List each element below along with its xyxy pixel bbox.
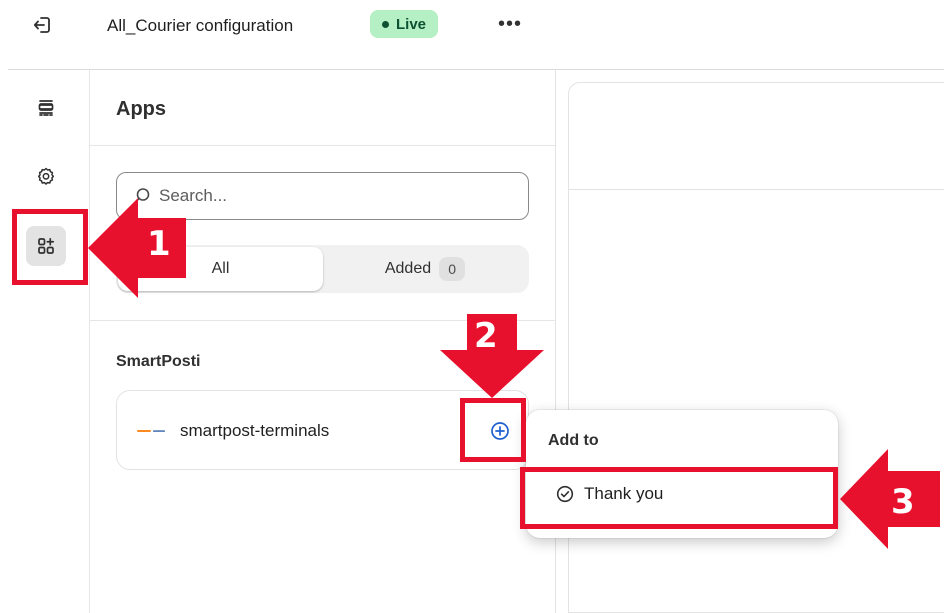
annotation-number-2: 2 [474, 316, 498, 356]
annotation-number-1: 1 [147, 224, 171, 264]
left-rail [0, 70, 90, 613]
top-bar: All_Courier configuration Live ••• [0, 0, 944, 70]
annotation-highlight-2 [460, 398, 526, 462]
rail-item-sections[interactable] [26, 88, 66, 128]
status-badge-label: Live [396, 15, 427, 33]
more-actions-button[interactable]: ••• [495, 12, 525, 36]
tab-added-label: Added [384, 260, 432, 277]
annotation-arrow-1 [88, 198, 186, 298]
gear-icon [37, 167, 55, 185]
annotation-arrow-3 [840, 449, 940, 549]
tab-added[interactable]: Added 0 [323, 247, 527, 291]
exit-button[interactable] [28, 11, 56, 39]
status-badge: Live [370, 10, 439, 38]
popover-title: Add to [548, 432, 599, 449]
exit-icon [33, 17, 50, 33]
panel-title: Apps [116, 98, 166, 120]
divider [90, 145, 556, 146]
count-badge: 0 [439, 257, 466, 281]
page-title: All_Courier configuration [107, 16, 294, 35]
divider [568, 189, 944, 190]
search-input[interactable] [159, 186, 499, 206]
annotation-number-3: 3 [891, 482, 915, 522]
status-dot-icon [382, 20, 389, 28]
app-name: smartpost-terminals [180, 421, 330, 440]
rail-item-settings[interactable] [26, 156, 66, 196]
smartpost-logo [137, 428, 167, 434]
annotation-highlight-1 [12, 209, 88, 285]
annotation-highlight-3 [520, 467, 838, 529]
app-group-label: SmartPosti [116, 353, 201, 370]
sections-icon [38, 100, 54, 116]
